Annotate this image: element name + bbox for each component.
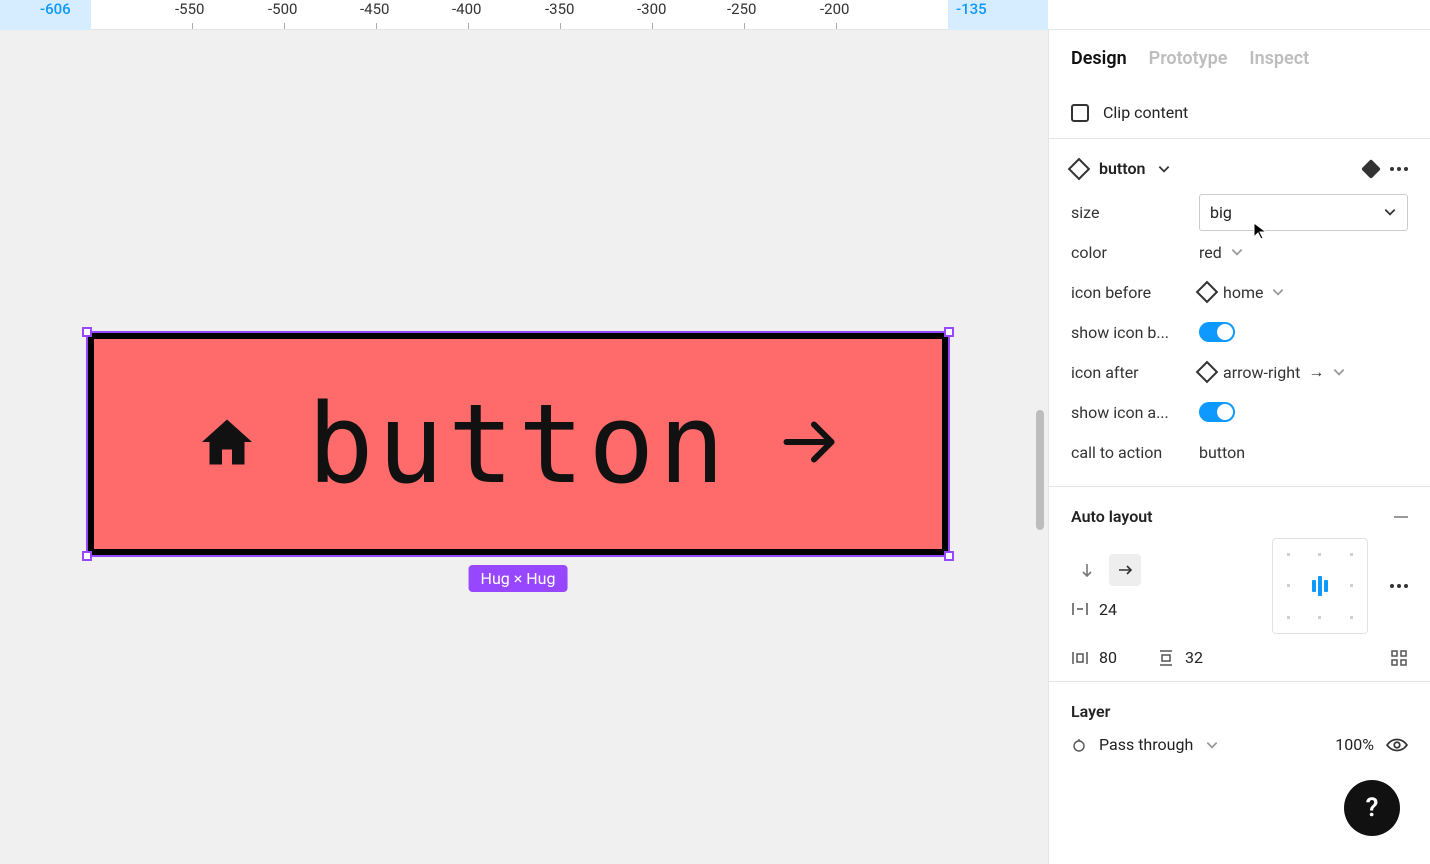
button-component-preview[interactable]: button [88, 333, 948, 555]
selection-size-label: Hug × Hug [469, 565, 568, 592]
chevron-down-icon [1271, 285, 1285, 299]
component-icon [1068, 157, 1091, 180]
gap-input[interactable]: 24 [1071, 600, 1141, 619]
auto-layout-more-icon[interactable] [1390, 584, 1408, 588]
opacity-input[interactable]: 100% [1335, 735, 1374, 754]
component-props-section: button size big color red [1049, 139, 1430, 487]
ruler-tick: -400 [452, 0, 481, 18]
ruler-tick: -200 [820, 0, 849, 18]
arrow-right-glyph: → [1308, 362, 1324, 382]
prop-size-select[interactable]: big [1199, 194, 1408, 231]
chevron-down-icon[interactable] [1205, 738, 1219, 752]
padding-h-icon [1071, 649, 1089, 667]
ruler[interactable]: -606 -550 -500 -450 -400 -350 -300 -250 … [0, 0, 1430, 30]
prop-show-icon-before: show icon b... [1071, 312, 1408, 352]
remove-auto-layout-icon[interactable] [1394, 516, 1408, 518]
prop-icon-after: icon after arrow-right → [1071, 352, 1408, 392]
blend-mode-select[interactable]: Pass through [1099, 735, 1193, 754]
layer-section: Layer Pass through 100% [1049, 682, 1430, 768]
ruler-tick: -450 [360, 0, 389, 18]
canvas-scrollbar[interactable] [1036, 410, 1044, 530]
tab-inspect[interactable]: Inspect [1249, 48, 1309, 69]
variant-swap-icon[interactable] [1361, 159, 1381, 179]
ruler-tick: -550 [175, 0, 204, 18]
prop-icon-before: icon before home [1071, 272, 1408, 312]
arrow-right-icon [779, 412, 839, 476]
prop-icon-after-select[interactable]: arrow-right → [1199, 362, 1408, 382]
help-button[interactable]: ? [1344, 780, 1400, 836]
resize-handle-tr[interactable] [944, 327, 954, 337]
clip-content-checkbox[interactable] [1071, 104, 1089, 122]
canvas[interactable]: button Hug × Hug [0, 30, 1048, 864]
prop-show-icon-after: show icon a... [1071, 392, 1408, 432]
properties-panel: Design Prototype Inspect Clip content bu… [1048, 30, 1430, 864]
instance-icon [1196, 361, 1219, 384]
ruler-sel-end: -135 [956, 0, 987, 18]
gap-icon [1071, 600, 1089, 618]
align-center-indicator [1304, 570, 1335, 601]
chevron-down-icon [1383, 205, 1397, 219]
toggle-show-icon-before[interactable] [1199, 322, 1235, 342]
eye-icon[interactable] [1386, 736, 1408, 754]
padding-h-input[interactable]: 80 [1071, 648, 1117, 667]
alignment-grid[interactable] [1272, 538, 1368, 634]
prop-call-to-action: call to action button [1071, 432, 1408, 472]
chevron-down-icon [1332, 365, 1346, 379]
instance-icon [1196, 281, 1219, 304]
resize-handle-br[interactable] [944, 551, 954, 561]
resize-handle-bl[interactable] [82, 551, 92, 561]
resize-handle-tl[interactable] [82, 327, 92, 337]
clip-content-section: Clip content [1049, 83, 1430, 139]
selection-frame[interactable]: button Hug × Hug [86, 331, 950, 557]
prop-icon-before-select[interactable]: home [1199, 283, 1408, 302]
tab-design[interactable]: Design [1071, 48, 1127, 69]
prop-color-select[interactable]: red [1199, 243, 1408, 262]
button-text: button [307, 380, 728, 508]
ruler-tick: -250 [727, 0, 756, 18]
auto-layout-title: Auto layout [1071, 507, 1153, 526]
panel-tabs: Design Prototype Inspect [1049, 30, 1430, 83]
chevron-down-icon[interactable] [1157, 162, 1171, 176]
auto-layout-section: Auto layout 24 [1049, 487, 1430, 682]
more-icon[interactable] [1390, 167, 1408, 171]
chevron-down-icon [1230, 245, 1244, 259]
ruler-tick: -300 [637, 0, 666, 18]
blend-icon [1071, 737, 1087, 753]
prop-size: size big [1071, 192, 1408, 232]
ruler-sel-start: -606 [40, 0, 71, 18]
padding-v-input[interactable]: 32 [1157, 648, 1203, 667]
padding-v-icon [1157, 649, 1175, 667]
direction-horizontal-button[interactable] [1109, 554, 1141, 586]
padding-individual-icon[interactable] [1390, 649, 1408, 667]
component-name[interactable]: button [1099, 159, 1145, 178]
layer-title: Layer [1071, 696, 1408, 735]
ruler-tick: -350 [545, 0, 574, 18]
prop-cta-input[interactable]: button [1199, 443, 1408, 462]
direction-vertical-button[interactable] [1071, 554, 1103, 586]
toggle-show-icon-after[interactable] [1199, 402, 1235, 422]
home-icon [197, 412, 257, 476]
clip-content-label: Clip content [1103, 103, 1188, 122]
tab-prototype[interactable]: Prototype [1149, 48, 1228, 69]
ruler-tick: -500 [268, 0, 297, 18]
prop-color: color red [1071, 232, 1408, 272]
